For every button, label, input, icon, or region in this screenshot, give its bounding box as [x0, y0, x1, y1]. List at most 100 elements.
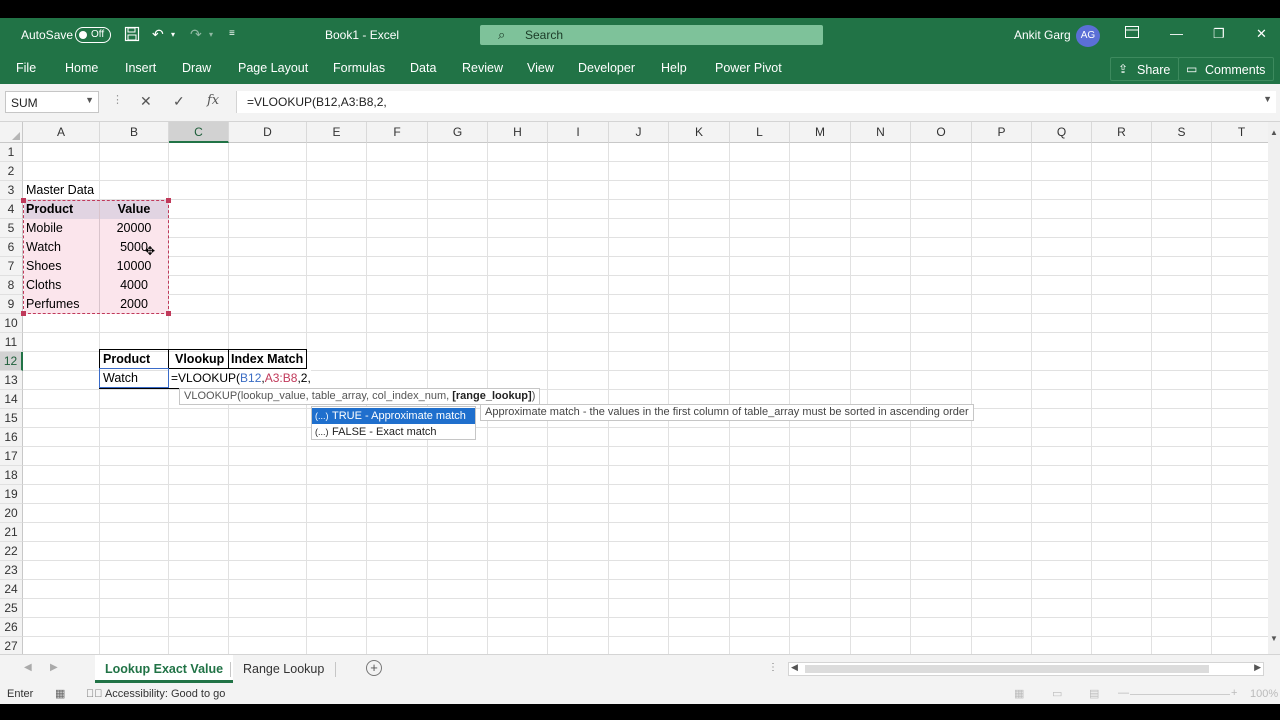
row-header[interactable]: 26 [0, 618, 23, 637]
redo-dropdown-icon[interactable]: ▾ [209, 30, 213, 39]
tab-help[interactable]: Help [661, 61, 687, 75]
row-header[interactable]: 1 [0, 143, 23, 162]
close-icon[interactable]: ✕ [1256, 26, 1267, 42]
row-header[interactable]: 24 [0, 580, 23, 599]
select-all-button[interactable] [0, 122, 23, 143]
undo-dropdown-icon[interactable]: ▾ [171, 30, 175, 39]
tab-file[interactable]: File [16, 61, 36, 75]
chevron-down-icon[interactable]: ▼ [85, 95, 94, 105]
sheet-tab-lookup-exact-value[interactable]: Lookup Exact Value [95, 655, 234, 683]
row-header[interactable]: 14 [0, 390, 23, 409]
normal-view-icon[interactable]: ▦ [1014, 687, 1024, 700]
row-header[interactable]: 2 [0, 162, 23, 181]
tab-view[interactable]: View [527, 61, 554, 75]
worksheet-grid[interactable]: ABCDEFGHIJKLMNOPQRST 1 2 3 4 5 6 7 8 9 10 11 12 13 14… [0, 122, 1268, 654]
column-header[interactable]: C [169, 122, 229, 143]
row-header[interactable]: 22 [0, 542, 23, 561]
column-header[interactable]: J [609, 122, 669, 143]
row-header[interactable]: 10 [0, 314, 23, 333]
column-header[interactable]: O [911, 122, 972, 143]
restore-icon[interactable]: ❐ [1213, 26, 1225, 42]
minimize-icon[interactable]: — [1170, 26, 1183, 41]
sheet-prev-icon[interactable]: ◀ [24, 662, 32, 673]
row-header[interactable]: 16 [0, 428, 23, 447]
row-header[interactable]: 27 [0, 637, 23, 654]
row-header[interactable]: 18 [0, 466, 23, 485]
cancel-icon[interactable]: ✕ [140, 93, 152, 110]
row-header[interactable]: 9 [0, 295, 23, 314]
column-header[interactable]: T [1212, 122, 1268, 143]
row-header[interactable]: 12 [0, 352, 23, 371]
column-header[interactable]: K [669, 122, 730, 143]
avatar[interactable]: AG [1076, 25, 1100, 47]
option-true-approximate[interactable]: (...) TRUE - Approximate match [312, 408, 475, 424]
column-header[interactable]: Q [1032, 122, 1092, 143]
tab-insert[interactable]: Insert [125, 61, 156, 75]
scroll-right-icon[interactable]: ▶ [1254, 662, 1261, 673]
row-header[interactable]: 6 [0, 238, 23, 257]
vertical-scrollbar[interactable]: ▲ ▼ [1268, 122, 1280, 654]
add-sheet-icon[interactable]: + [366, 660, 382, 676]
zoom-level[interactable]: 100% [1250, 688, 1278, 700]
column-header[interactable]: E [307, 122, 367, 143]
column-header[interactable]: R [1092, 122, 1152, 143]
more-options-icon[interactable]: ⋮ [768, 662, 778, 673]
row-header[interactable]: 25 [0, 599, 23, 618]
column-header[interactable]: P [972, 122, 1032, 143]
scroll-left-icon[interactable]: ◀ [791, 662, 798, 673]
tab-draw[interactable]: Draw [182, 61, 211, 75]
sheet-tab-range-lookup[interactable]: Range Lookup [233, 655, 334, 683]
master-data-title[interactable]: Master Data [24, 181, 96, 200]
column-header[interactable]: G [428, 122, 488, 143]
column-header[interactable]: L [730, 122, 790, 143]
column-header[interactable]: A [23, 122, 100, 143]
lookup-header-product[interactable]: Product [101, 350, 152, 369]
row-header[interactable]: 15 [0, 409, 23, 428]
row-header[interactable]: 13 [0, 371, 23, 390]
column-header[interactable]: H [488, 122, 548, 143]
column-header[interactable]: D [229, 122, 307, 143]
macro-recording-icon[interactable]: ▦ [55, 687, 65, 700]
expand-formula-icon[interactable]: ▼ [1263, 94, 1272, 104]
row-header[interactable]: 11 [0, 333, 23, 352]
tab-page-layout[interactable]: Page Layout [238, 61, 308, 75]
row-header[interactable]: 23 [0, 561, 23, 580]
undo-icon[interactable]: ↶ [152, 26, 164, 43]
lookup-header-vlookup[interactable]: Vlookup [173, 350, 226, 369]
save-icon[interactable] [124, 26, 140, 45]
row-header[interactable]: 4 [0, 200, 23, 219]
row-header[interactable]: 17 [0, 447, 23, 466]
redo-icon[interactable]: ↷ [190, 26, 202, 43]
page-break-view-icon[interactable]: ▤ [1089, 687, 1099, 700]
column-header[interactable]: M [790, 122, 851, 143]
tab-home[interactable]: Home [65, 61, 98, 75]
column-header[interactable]: S [1152, 122, 1212, 143]
user-name[interactable]: Ankit Garg [1014, 28, 1071, 42]
scroll-thumb[interactable] [805, 665, 1209, 673]
column-header[interactable]: B [100, 122, 169, 143]
option-false-exact[interactable]: (...) FALSE - Exact match [312, 424, 475, 440]
zoom-in-icon[interactable]: + [1231, 687, 1237, 699]
row-header[interactable]: 5 [0, 219, 23, 238]
ribbon-display-icon[interactable] [1125, 26, 1139, 41]
customize-toolbar-icon[interactable]: ≡ [229, 28, 235, 39]
row-header[interactable]: 19 [0, 485, 23, 504]
column-header[interactable]: F [367, 122, 428, 143]
share-button[interactable]: ⇪ Share [1110, 57, 1180, 81]
lookup-header-index-match[interactable]: Index Match [229, 350, 305, 369]
range-handle[interactable] [21, 311, 26, 316]
enter-icon[interactable]: ✓ [173, 93, 185, 110]
scroll-down-icon[interactable]: ▼ [1270, 634, 1278, 643]
zoom-slider[interactable] [1130, 694, 1230, 695]
row-header[interactable]: 20 [0, 504, 23, 523]
row-header[interactable]: 7 [0, 257, 23, 276]
name-box[interactable]: SUM ▼ [5, 91, 99, 113]
tab-review[interactable]: Review [462, 61, 503, 75]
horizontal-scrollbar[interactable]: ◀ ▶ [788, 662, 1264, 676]
tab-formulas[interactable]: Formulas [333, 61, 385, 75]
column-header[interactable]: N [851, 122, 911, 143]
range-handle[interactable] [166, 311, 171, 316]
range-handle[interactable] [166, 198, 171, 203]
row-header[interactable]: 21 [0, 523, 23, 542]
autosave-toggle[interactable]: Off [75, 27, 111, 43]
